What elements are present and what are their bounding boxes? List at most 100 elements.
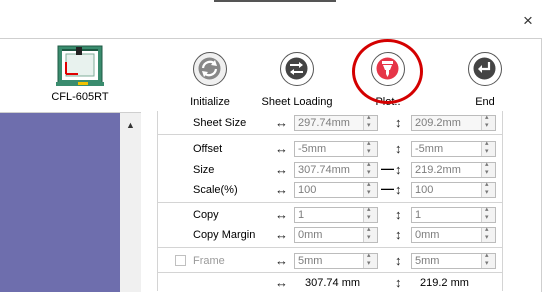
aspect-link-icon[interactable]: — <box>381 181 394 196</box>
plot-settings-form: Sheet Size ↔ 297.74mm ↕ 209.2mm Offset ↔… <box>157 111 503 291</box>
sheet-height-value: 209.2mm <box>415 117 461 129</box>
horizontal-arrow-icon: ↔ <box>275 182 288 197</box>
close-button[interactable]: × <box>518 11 538 31</box>
frame-y-field[interactable]: 5mm <box>411 251 496 269</box>
copy-x-field[interactable]: 1 <box>294 205 378 223</box>
total-height-value: 219.2 mm <box>420 277 469 289</box>
divider <box>158 202 502 203</box>
plot-highlight-circle <box>352 39 423 104</box>
horizontal-arrow-icon: ↔ <box>275 275 288 290</box>
file-list[interactable] <box>0 113 120 292</box>
spin-icon <box>363 113 377 130</box>
initialize-button[interactable]: Initialize <box>181 52 239 108</box>
aspect-link-icon[interactable]: — <box>381 161 394 176</box>
sheet-size-label: Sheet Size <box>193 117 247 129</box>
horizontal-arrow-icon: ↔ <box>275 207 288 222</box>
spin-icon[interactable] <box>363 160 377 177</box>
scale-y-field[interactable]: 100 <box>411 180 496 198</box>
vertical-arrow-icon: ↕ <box>395 207 402 222</box>
scroll-up-icon[interactable]: ▲ <box>126 120 135 130</box>
frame-x-field[interactable]: 5mm <box>294 251 378 269</box>
vertical-arrow-icon: ↕ <box>395 227 402 242</box>
offset-label: Offset <box>193 143 223 155</box>
spin-icon[interactable] <box>363 139 377 156</box>
copy-y-value: 1 <box>415 209 422 221</box>
scale-row: Scale(%) ↔ 100 — ↕ 100 <box>158 180 502 200</box>
vertical-arrow-icon: ↕ <box>395 115 402 130</box>
refresh-icon <box>193 52 227 86</box>
copy-margin-x-value: 0mm <box>298 229 323 241</box>
scale-label: Scale(%) <box>193 184 238 196</box>
frame-x-value: 5mm <box>298 255 323 267</box>
copy-label: Copy <box>193 209 219 221</box>
end-label: End <box>475 96 495 108</box>
spin-icon[interactable] <box>481 139 495 156</box>
plotter-device-icon <box>52 44 108 88</box>
offset-row: Offset ↔ -5mm ↕ -5mm <box>158 139 502 159</box>
frame-checkbox[interactable] <box>175 255 186 266</box>
vertical-arrow-icon: ↕ <box>395 253 402 268</box>
divider <box>158 272 502 273</box>
size-y-value: 219.2mm <box>415 164 461 176</box>
copy-margin-label: Copy Margin <box>193 229 256 241</box>
vertical-arrow-icon: ↕ <box>395 182 402 197</box>
end-button[interactable]: End <box>460 52 510 108</box>
horizontal-arrow-icon: ↔ <box>275 227 288 242</box>
device-name-label: CFL-605RT <box>51 91 109 103</box>
copy-y-field[interactable]: 1 <box>411 205 496 223</box>
offset-y-value: -5mm <box>415 143 444 155</box>
size-row: Size ↔ 307.74mm — ↕ 219.2mm <box>158 160 502 180</box>
spin-icon[interactable] <box>363 225 377 242</box>
sheet-loading-label: Sheet Loading <box>261 96 333 108</box>
total-size-row: ↔ 307.74 mm ↕ 219.2 mm <box>158 275 502 293</box>
offset-x-field[interactable]: -5mm <box>294 139 378 157</box>
spin-icon[interactable] <box>363 251 377 268</box>
horizontal-arrow-icon: ↔ <box>275 253 288 268</box>
frame-y-value: 5mm <box>415 255 440 267</box>
spin-icon <box>481 113 495 130</box>
size-x-value: 307.74mm <box>298 164 350 176</box>
size-y-field[interactable]: 219.2mm <box>411 160 496 178</box>
horizontal-arrow-icon: ↔ <box>275 115 288 130</box>
sheet-width-value: 297.74mm <box>298 117 350 129</box>
swap-arrows-icon <box>280 52 314 86</box>
initialize-label: Initialize <box>190 96 230 108</box>
copy-margin-y-field[interactable]: 0mm <box>411 225 496 243</box>
copy-x-value: 1 <box>298 209 305 221</box>
offset-x-value: -5mm <box>298 143 327 155</box>
divider <box>158 247 502 248</box>
list-scrollbar[interactable] <box>120 113 141 292</box>
frame-label: Frame <box>193 255 225 267</box>
vertical-arrow-icon: ↕ <box>395 275 402 290</box>
sheet-height-field: 209.2mm <box>411 113 496 131</box>
copy-margin-x-field[interactable]: 0mm <box>294 225 378 243</box>
scale-x-value: 100 <box>298 184 317 196</box>
size-label: Size <box>193 164 215 176</box>
spin-icon[interactable] <box>481 205 495 222</box>
size-x-field[interactable]: 307.74mm <box>294 160 378 178</box>
spin-icon[interactable] <box>363 180 377 197</box>
copy-row: Copy ↔ 1 ↕ 1 <box>158 205 502 225</box>
horizontal-arrow-icon: ↔ <box>275 141 288 156</box>
spin-icon[interactable] <box>481 251 495 268</box>
return-arrow-icon <box>468 52 502 86</box>
scale-x-field[interactable]: 100 <box>294 180 378 198</box>
frame-row: Frame ↔ 5mm ↕ 5mm <box>158 251 502 271</box>
copy-margin-row: Copy Margin ↔ 0mm ↕ 0mm <box>158 225 502 245</box>
spin-icon[interactable] <box>481 225 495 242</box>
file-list-panel[interactable]: ▲ <box>0 112 141 292</box>
divider <box>158 134 502 135</box>
scale-y-value: 100 <box>415 184 434 196</box>
spin-icon[interactable] <box>481 180 495 197</box>
total-width-value: 307.74 mm <box>305 277 361 289</box>
sheet-loading-button[interactable]: Sheet Loading <box>259 52 335 108</box>
copy-margin-y-value: 0mm <box>415 229 440 241</box>
spin-icon[interactable] <box>363 205 377 222</box>
vertical-arrow-icon: ↕ <box>395 162 402 177</box>
offset-y-field[interactable]: -5mm <box>411 139 496 157</box>
title-bar-edge <box>214 0 336 2</box>
sheet-size-row: Sheet Size ↔ 297.74mm ↕ 209.2mm <box>158 113 502 133</box>
vertical-arrow-icon: ↕ <box>395 141 402 156</box>
horizontal-arrow-icon: ↔ <box>275 162 288 177</box>
spin-icon[interactable] <box>481 160 495 177</box>
